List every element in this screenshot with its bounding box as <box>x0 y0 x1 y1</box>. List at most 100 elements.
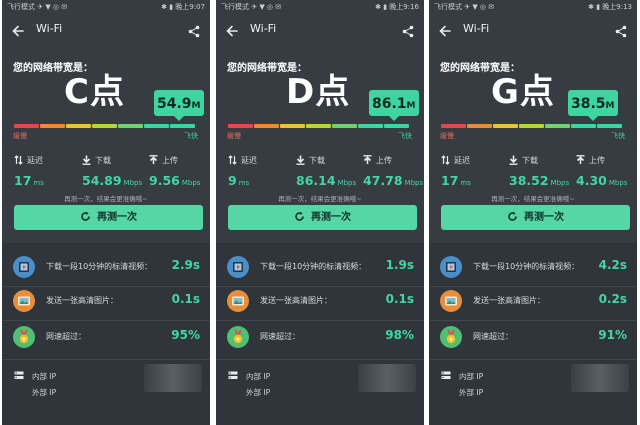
download-icon <box>82 155 95 165</box>
speed-scale-segment <box>467 124 492 128</box>
retest-button[interactable]: 再测一次 <box>14 205 203 230</box>
speed-scale-segment <box>597 124 622 128</box>
latency-metric: 延迟 9 ms <box>228 155 290 189</box>
details-list: 下载一段10分钟的标清视频： 2.9s 发送一张高清图片： 0.1s 网速超过：… <box>2 243 210 425</box>
upload-label: 上传 <box>376 156 392 165</box>
retest-hint: 再测一次，结果会更准确哦~ <box>278 195 362 203</box>
download-unit: Mbps <box>337 179 357 187</box>
download-metric: 下载 38.52 Mbps <box>509 155 581 189</box>
speed-scale-segment <box>254 124 279 128</box>
video-time: 4.2s <box>598 258 627 272</box>
upload-icon <box>363 155 376 165</box>
latency-unit: ms <box>33 179 44 187</box>
details-list: 下载一段10分钟的标清视频： 4.2s 发送一张高清图片： 0.2s 网速超过：… <box>429 243 637 425</box>
status-clock: ✱ ▮ 晚上9:07 <box>161 3 205 11</box>
latency-value: 17 <box>14 173 32 188</box>
speed-scale <box>14 124 197 128</box>
external-ip-label: 外部 IP <box>246 388 271 397</box>
refresh-icon <box>507 211 524 223</box>
latency-value: 17 <box>441 173 459 188</box>
speedtest-panel: 飞行模式 ✈ ▼ ◎ ✉ ✱ ▮ 晚上9:13 Wi-Fi 您的网络带宽是： G… <box>429 0 637 425</box>
upload-unit: Mbps <box>181 179 201 187</box>
back-arrow-icon[interactable] <box>11 23 25 37</box>
server-icon <box>441 371 459 381</box>
speed-unit: M <box>406 101 416 111</box>
speed-scale-segment <box>384 124 409 128</box>
latency-icon <box>228 155 241 165</box>
toolbar-title: Wi-Fi <box>36 22 63 35</box>
image-label: 发送一张高清图片： <box>473 296 545 305</box>
latency-value: 9 <box>228 173 237 188</box>
refresh-icon <box>294 211 311 223</box>
medal-icon <box>440 326 462 348</box>
speed-unit: M <box>191 101 201 111</box>
share-icon[interactable] <box>188 23 200 38</box>
speed-scale-segment <box>66 124 91 128</box>
back-arrow-icon[interactable] <box>438 23 452 37</box>
status-bar: 飞行模式 ✈ ▼ ◎ ✉ ✱ ▮ 晚上9:16 <box>216 0 424 15</box>
speed-scale-segment <box>170 124 195 128</box>
speed-badge: 38.5M <box>568 90 618 121</box>
image-time: 0.2s <box>598 292 627 306</box>
retest-button[interactable]: 再测一次 <box>228 205 417 230</box>
video-download-row: 下载一段10分钟的标清视频： 4.2s <box>429 253 637 283</box>
download-label: 下载 <box>309 156 325 165</box>
speed-scale-segment <box>493 124 518 128</box>
speed-scale-segment <box>280 124 305 128</box>
beat-percent: 95% <box>171 328 200 342</box>
divider <box>429 320 637 321</box>
scale-low-label: 缓慢 <box>13 132 27 140</box>
beat-percent-row: 网速超过： 95% <box>2 323 210 353</box>
retest-button[interactable]: 再测一次 <box>441 205 630 230</box>
external-ip-label: 外部 IP <box>459 388 484 397</box>
share-icon[interactable] <box>615 23 627 38</box>
download-label: 下载 <box>522 156 538 165</box>
toolbar: Wi-Fi <box>429 15 637 45</box>
status-clock: ✱ ▮ 晚上9:16 <box>375 3 419 11</box>
download-value: 54.89 <box>82 173 122 188</box>
beat-percent-row: 网速超过： 91% <box>429 323 637 353</box>
upload-value: 47.78 <box>363 173 403 188</box>
beat-label: 网速超过： <box>46 332 86 341</box>
speed-scale-segment <box>14 124 39 128</box>
share-icon[interactable] <box>402 23 414 38</box>
download-unit: Mbps <box>123 179 143 187</box>
divider <box>216 359 424 360</box>
speed-scale-segment <box>118 124 143 128</box>
upload-value: 9.56 <box>149 173 180 188</box>
status-indicators: 飞行模式 ✈ ▼ ◎ ✉ <box>221 3 282 11</box>
status-indicators: 飞行模式 ✈ ▼ ◎ ✉ <box>434 3 495 11</box>
status-bar: 飞行模式 ✈ ▼ ◎ ✉ ✱ ▮ 晚上9:07 <box>2 0 210 15</box>
blurred-ip-values <box>144 364 202 392</box>
image-send-row: 发送一张高清图片： 0.1s <box>2 287 210 317</box>
server-icon <box>228 371 246 381</box>
internal-ip-row: 内部 IP <box>228 371 270 383</box>
blurred-ip-values <box>358 364 416 392</box>
server-icon <box>14 371 32 381</box>
speed-scale <box>441 124 624 128</box>
external-ip-row: 外部 IP <box>14 387 56 399</box>
back-arrow-icon[interactable] <box>225 23 239 37</box>
speed-scale-segment <box>228 124 253 128</box>
speed-scale-segment <box>545 124 570 128</box>
beat-label: 网速超过： <box>473 332 513 341</box>
video-label: 下载一段10分钟的标清视频： <box>260 262 367 271</box>
speed-value: 86.1 <box>372 96 407 112</box>
external-ip-label: 外部 IP <box>32 388 57 397</box>
medal-icon <box>13 326 35 348</box>
internal-ip-row: 内部 IP <box>441 371 483 383</box>
download-metric: 下载 86.14 Mbps <box>296 155 368 189</box>
toolbar: Wi-Fi <box>2 15 210 45</box>
speed-badge: 86.1M <box>369 90 419 121</box>
beat-percent-row: 网速超过： 98% <box>216 323 424 353</box>
divider <box>2 320 210 321</box>
location-grade: C点 <box>64 72 125 112</box>
upload-unit: Mbps <box>608 179 628 187</box>
internal-ip-label: 内部 IP <box>246 372 271 381</box>
blurred-ip-values <box>571 364 629 392</box>
scale-high-label: 飞快 <box>611 132 625 140</box>
video-icon <box>440 256 462 278</box>
speed-value: 38.5 <box>571 96 606 112</box>
speed-scale-segment <box>306 124 331 128</box>
result-card: 飞行模式 ✈ ▼ ◎ ✉ ✱ ▮ 晚上9:07 Wi-Fi 您的网络带宽是： C… <box>2 0 210 243</box>
